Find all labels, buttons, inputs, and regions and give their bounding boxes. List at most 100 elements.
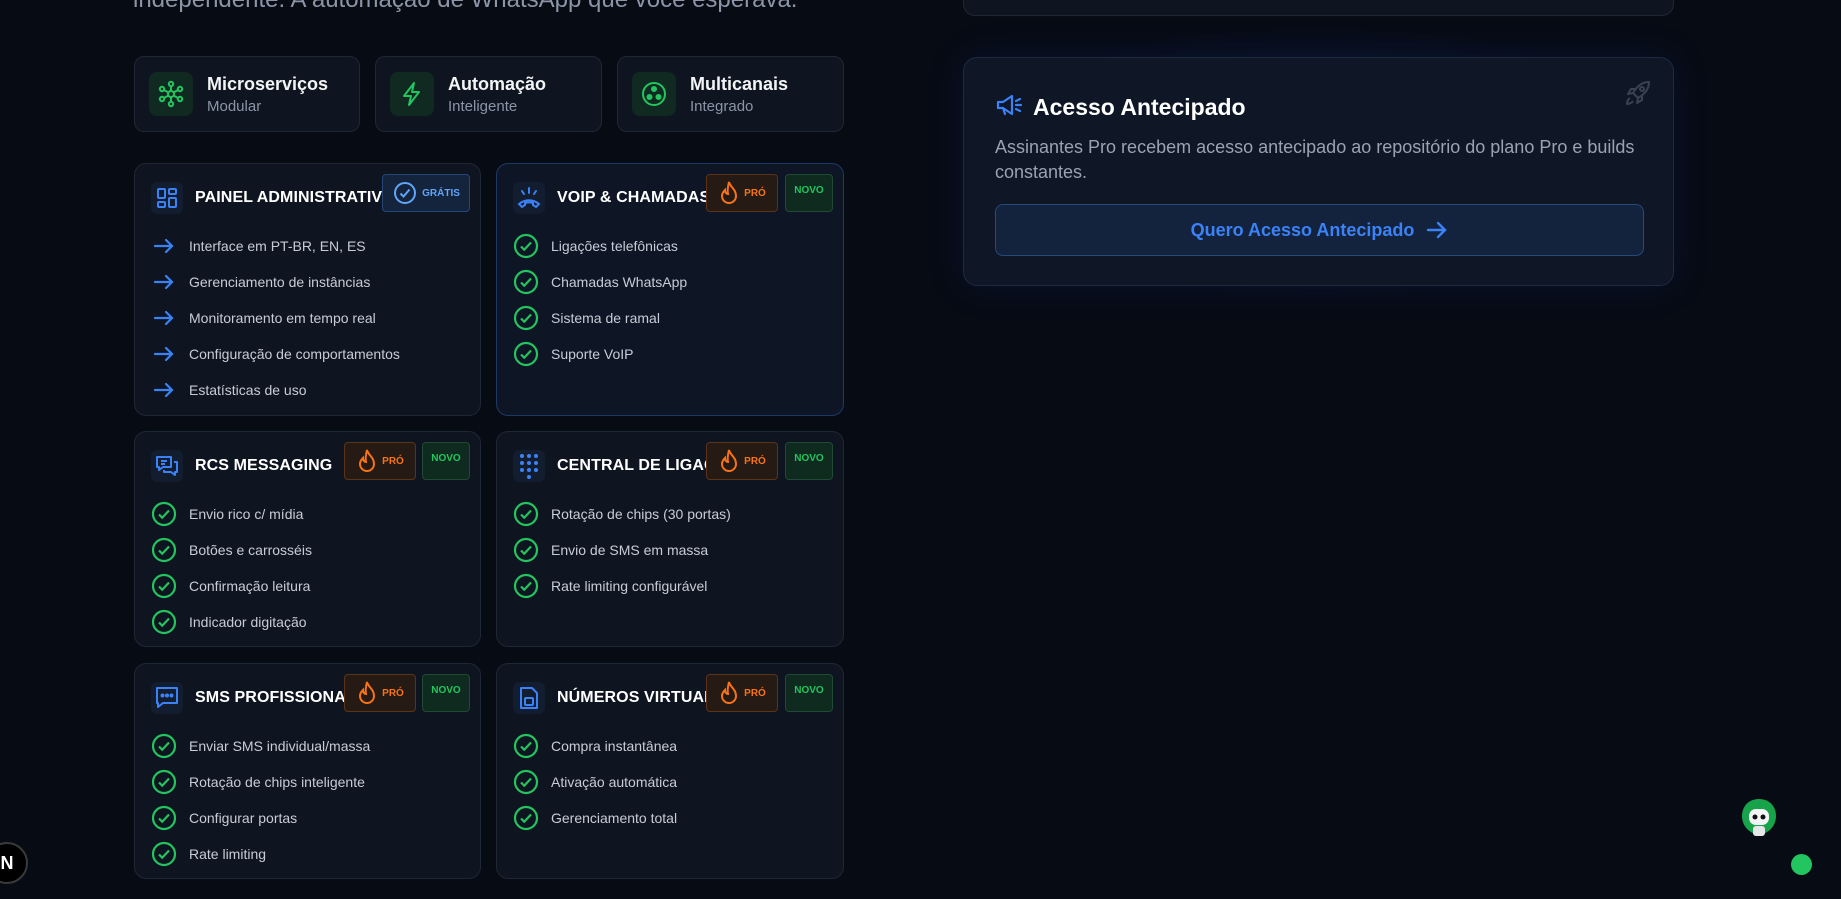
flame-icon <box>359 449 376 472</box>
list-item: Interface em PT-BR, EN, ES <box>151 228 400 264</box>
list-item: Confirmação leitura <box>151 568 312 604</box>
list-item: Rotação de chips inteligente <box>151 764 370 800</box>
list-item: Monitoramento em tempo real <box>151 300 400 336</box>
check-circle-icon <box>513 269 539 295</box>
list-item: Suporte VoIP <box>513 336 687 372</box>
check-circle-icon <box>513 233 539 259</box>
feature-list: Rotação de chips (30 portas) Envio de SM… <box>513 496 731 604</box>
chat-bot-icon[interactable] <box>1739 797 1779 841</box>
list-item: Indicador digitação <box>151 604 312 640</box>
check-circle-icon <box>394 182 417 204</box>
phone-signal-icon <box>513 182 545 214</box>
pill-subtitle: Integrado <box>690 97 754 115</box>
list-item: Configurar portas <box>151 800 370 836</box>
pill-title: Automação <box>448 73 547 94</box>
list-item: Chamadas WhatsApp <box>513 264 687 300</box>
arrow-right-icon <box>151 269 177 295</box>
card-title: VOIP & CHAMADAS <box>557 189 711 206</box>
pill-title: Multicanais <box>690 73 789 94</box>
list-item: Gerenciamento total <box>513 800 677 836</box>
pill-automacao: Automação Inteligente <box>375 56 602 132</box>
check-circle-icon <box>513 805 539 831</box>
flame-icon <box>359 681 376 704</box>
check-circle-icon <box>151 573 177 599</box>
hero-subtitle: independente. A automação de WhatsApp qu… <box>133 0 797 14</box>
novo-badge: NOVO <box>785 174 833 212</box>
pill-subtitle: Inteligente <box>448 97 518 115</box>
check-circle-icon <box>513 305 539 331</box>
dialpad-icon <box>513 450 545 482</box>
lightning-icon <box>390 72 434 116</box>
pill-microservicos: Microserviços Modular <box>134 56 360 132</box>
online-status-dot <box>1791 854 1812 875</box>
feature-list: Ligações telefônicas Chamadas WhatsApp S… <box>513 228 687 372</box>
flame-icon <box>721 449 738 472</box>
check-circle-icon <box>513 733 539 759</box>
check-circle-icon <box>151 609 177 635</box>
message-dots-icon <box>151 682 183 714</box>
card-voip-chamadas: VOIP & CHAMADAS PRÓ NOVO Ligações telefô… <box>496 163 844 416</box>
card-title: SMS PROFISSIONAL <box>195 689 356 706</box>
arrow-right-icon <box>151 233 177 259</box>
arrow-right-icon <box>1427 221 1448 239</box>
gratis-badge: GRÁTIS <box>382 174 470 212</box>
feature-list: Compra instantânea Ativação automática G… <box>513 728 677 836</box>
list-item: Rotação de chips (30 portas) <box>513 496 731 532</box>
list-item: Envio de SMS em massa <box>513 532 731 568</box>
previous-panel <box>963 0 1674 16</box>
feature-list: Enviar SMS individual/massa Rotação de c… <box>151 728 370 872</box>
list-item: Enviar SMS individual/massa <box>151 728 370 764</box>
early-access-button[interactable]: Quero Acesso Antecipado <box>995 204 1644 256</box>
card-title: NÚMEROS VIRTUAIS <box>557 689 720 706</box>
feature-list: Interface em PT-BR, EN, ES Gerenciamento… <box>151 228 400 408</box>
card-painel-administrativo: PAINEL ADMINISTRATIVO GRÁTIS Interface e… <box>134 163 481 416</box>
check-circle-icon <box>513 537 539 563</box>
check-circle-icon <box>151 805 177 831</box>
list-item: Rate limiting configurável <box>513 568 731 604</box>
n-badge[interactable]: N <box>0 842 28 884</box>
early-access-title: Acesso Antecipado <box>1033 94 1246 120</box>
list-item: Estatísticas de uso <box>151 372 400 408</box>
rocket-icon <box>1623 78 1653 113</box>
card-central-ligacoes: CENTRAL DE LIGAÇÕES PRÓ NOVO Rotação de … <box>496 431 844 647</box>
arrow-right-icon <box>151 377 177 403</box>
sim-card-icon <box>513 682 545 714</box>
pro-badge: PRÓ <box>344 442 416 480</box>
pro-badge: PRÓ <box>706 174 778 212</box>
check-circle-icon <box>513 769 539 795</box>
check-circle-icon <box>513 501 539 527</box>
check-circle-icon <box>151 769 177 795</box>
list-item: Configuração de comportamentos <box>151 336 400 372</box>
novo-badge: NOVO <box>422 442 470 480</box>
novo-badge: NOVO <box>785 442 833 480</box>
card-sms-profissional: SMS PROFISSIONAL PRÓ NOVO Enviar SMS ind… <box>134 663 481 879</box>
list-item: Ativação automática <box>513 764 677 800</box>
feature-list: Envio rico c/ mídia Botões e carrosséis … <box>151 496 312 640</box>
check-circle-icon <box>151 501 177 527</box>
flame-icon <box>721 181 738 204</box>
arrow-right-icon <box>151 341 177 367</box>
list-item: Envio rico c/ mídia <box>151 496 312 532</box>
novo-badge: NOVO <box>785 674 833 712</box>
arrow-right-icon <box>151 305 177 331</box>
card-rcs-messaging: RCS MESSAGING PRÓ NOVO Envio rico c/ míd… <box>134 431 481 647</box>
list-item: Compra instantânea <box>513 728 677 764</box>
early-access-panel: Acesso Antecipado Assinantes Pro recebem… <box>963 57 1674 286</box>
check-circle-icon <box>151 733 177 759</box>
list-item: Sistema de ramal <box>513 300 687 336</box>
pro-badge: PRÓ <box>706 674 778 712</box>
card-title: RCS MESSAGING <box>195 457 333 474</box>
pill-subtitle: Modular <box>207 97 262 115</box>
early-access-description: Assinantes Pro recebem acesso antecipado… <box>995 137 1635 182</box>
megaphone-icon <box>995 92 1023 123</box>
check-circle-icon <box>151 537 177 563</box>
network-icon <box>149 72 193 116</box>
list-item: Ligações telefônicas <box>513 228 687 264</box>
list-item: Botões e carrosséis <box>151 532 312 568</box>
pill-multicanais: Multicanais Integrado <box>617 56 844 132</box>
flame-icon <box>721 681 738 704</box>
card-numeros-virtuais: NÚMEROS VIRTUAIS PRÓ NOVO Compra instant… <box>496 663 844 879</box>
pill-title: Microserviços <box>207 73 329 94</box>
list-item: Gerenciamento de instâncias <box>151 264 400 300</box>
chat-bubbles-icon <box>151 450 183 482</box>
